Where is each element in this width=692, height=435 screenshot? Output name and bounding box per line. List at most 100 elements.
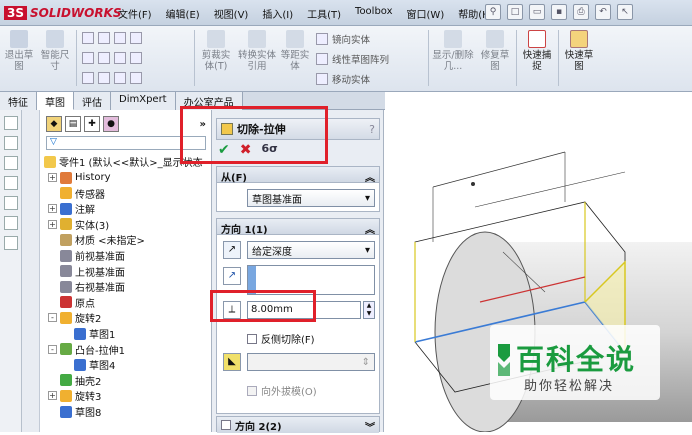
depth-spinner[interactable]: ▲ ▼ — [363, 301, 375, 319]
menu-insert[interactable]: 插入(I) — [262, 6, 293, 21]
tree-item[interactable]: 上视基准面 — [48, 264, 125, 279]
show-delete-relations-button[interactable]: 显示/删除几... — [432, 30, 474, 72]
offset-entities-button[interactable]: 等距实体 — [278, 30, 312, 72]
tree-item[interactable]: 右视基准面 — [48, 279, 125, 294]
expand-toggle-icon[interactable]: + — [48, 173, 57, 182]
appearances-icon[interactable] — [4, 196, 18, 210]
tree-item-label: 传感器 — [75, 189, 105, 201]
mirror-icon — [316, 33, 328, 45]
exit-sketch-button[interactable]: 退出草图 — [2, 30, 36, 72]
show-delete-label: 显示/删除几... — [432, 50, 474, 72]
end-condition-select[interactable]: 给定深度 ▾ — [247, 241, 375, 259]
tree-item[interactable]: + 实体(3) — [48, 217, 109, 232]
tree-item[interactable]: - 旋转2 — [48, 310, 101, 325]
direction2-group-header[interactable]: 方向 2(2) ︾ — [217, 417, 379, 434]
tree-item[interactable]: 草图4 — [62, 357, 115, 372]
tree-root[interactable]: 零件1 (默认<<默认>_显示状态 — [44, 154, 203, 169]
save-icon[interactable]: ▪ — [551, 4, 567, 20]
new-file-icon[interactable]: □ — [507, 4, 523, 20]
feature-manager-icon[interactable]: ◆ — [46, 116, 62, 132]
quick-access-toolbar: ⚲ □ ▭ ▪ ⎙ ↶ ↖ — [485, 4, 633, 20]
draft-outward-checkbox[interactable]: 向外拔模(O) — [247, 383, 317, 398]
tree-item[interactable]: 材质 <未指定> — [48, 232, 145, 247]
select-icon[interactable]: ↖ — [617, 4, 633, 20]
repair-sketch-button[interactable]: 修复草图 — [478, 30, 512, 72]
spinner-icon: ⇕ — [361, 356, 370, 368]
configuration-manager-icon[interactable]: ✚ — [84, 116, 100, 132]
print-icon[interactable]: ⎙ — [573, 4, 589, 20]
trim-entities-button[interactable]: 剪裁实体(T) — [198, 30, 234, 72]
tab-dimxpert[interactable]: DimXpert — [111, 92, 176, 110]
tree-item[interactable]: 前视基准面 — [48, 248, 125, 263]
rapid-sketch-button[interactable]: 快速草图 — [562, 30, 596, 72]
tree-item[interactable]: + 旋转3 — [48, 388, 101, 403]
forum-icon[interactable] — [4, 236, 18, 250]
file-explorer-icon[interactable] — [4, 156, 18, 170]
offset-label: 等距实体 — [280, 50, 310, 72]
from-select[interactable]: 草图基准面 ▾ — [247, 189, 375, 207]
feature-icon — [60, 280, 72, 293]
tab-sketch[interactable]: 草图 — [37, 92, 74, 110]
linear-pattern-button[interactable]: 线性草图阵列 — [316, 52, 389, 66]
tree-item[interactable]: 传感器 — [48, 186, 105, 201]
menu-window[interactable]: 窗口(W) — [407, 6, 445, 21]
feature-icon — [60, 374, 72, 387]
expand-toggle-icon[interactable]: - — [48, 344, 57, 354]
mirror-label: 镜向实体 — [332, 35, 371, 46]
design-library-icon[interactable] — [4, 136, 18, 150]
menu-edit[interactable]: 编辑(E) — [166, 6, 200, 21]
help-icon[interactable]: ? — [369, 123, 375, 136]
display-manager-icon[interactable]: ● — [103, 116, 119, 132]
convert-entities-button[interactable]: 转换实体引用 — [238, 30, 276, 72]
menu-view[interactable]: 视图(V) — [214, 6, 249, 21]
home-icon[interactable] — [4, 116, 18, 130]
quick-snaps-button[interactable]: 快速捕捉 — [520, 30, 554, 72]
expand-toggle-icon[interactable]: - — [48, 313, 57, 323]
open-file-icon[interactable]: ▭ — [529, 4, 545, 20]
expand-toggle-icon[interactable]: + — [48, 204, 57, 214]
collapse-chevron-icon: ︽ — [365, 173, 375, 184]
mirror-entities-button[interactable]: 镜向实体 — [316, 32, 370, 46]
from-group-header[interactable]: 从(F) ︽ — [217, 167, 379, 184]
expand-toggle-icon[interactable]: + — [48, 219, 57, 229]
expand-toggle-icon[interactable]: + — [48, 391, 57, 401]
move-entities-button[interactable]: 移动实体 — [316, 72, 370, 86]
menu-file[interactable]: 文件(F) — [118, 6, 152, 21]
tree-item[interactable]: 草图8 — [48, 404, 101, 419]
quick-snap-label: 快速捕捉 — [522, 50, 552, 72]
feature-icon — [60, 233, 72, 246]
tab-evaluate[interactable]: 评估 — [74, 92, 111, 110]
tree-item[interactable]: - 凸台-拉伸1 — [48, 342, 125, 357]
reverse-direction-icon[interactable]: ↗ — [223, 241, 241, 259]
direction2-checkbox[interactable] — [221, 420, 231, 430]
tree-item[interactable]: 抽壳2 — [48, 373, 101, 388]
tree-item[interactable]: 草图1 — [62, 326, 115, 341]
smart-dimension-button[interactable]: 智能尺寸 — [38, 30, 72, 72]
draft-angle-input[interactable]: ⇕ — [247, 353, 375, 371]
menu-toolbox[interactable]: Toolbox — [355, 6, 393, 21]
menu-tools[interactable]: 工具(T) — [307, 6, 341, 21]
checkbox-box — [247, 333, 257, 344]
slot-tools-row[interactable] — [82, 72, 142, 84]
tree-item[interactable]: 原点 — [48, 295, 95, 310]
direction1-group-header[interactable]: 方向 1(1) ︽ — [217, 219, 379, 236]
menu-bar: 文件(F) 编辑(E) 视图(V) 插入(I) 工具(T) Toolbox 窗口… — [118, 6, 494, 21]
line-tools-row[interactable] — [82, 32, 142, 44]
view-palette-icon[interactable] — [4, 176, 18, 190]
undo-icon[interactable]: ↶ — [595, 4, 611, 20]
pin-icon[interactable]: ⚲ — [485, 4, 501, 20]
tree-item[interactable]: + 注解 — [48, 201, 95, 216]
tab-features[interactable]: 特征 — [0, 92, 37, 110]
feature-icon — [60, 187, 72, 200]
custom-properties-icon[interactable] — [4, 216, 18, 230]
flip-side-to-cut-checkbox[interactable]: 反侧切除(F) — [247, 331, 315, 346]
draft-icon[interactable]: ◣ — [223, 353, 241, 371]
rect-tools-row[interactable] — [82, 52, 142, 64]
tree-item[interactable]: + History — [48, 170, 111, 185]
property-manager-icon[interactable]: ▤ — [65, 116, 81, 132]
title-bar: 3S SOLIDWORKS 文件(F) 编辑(E) 视图(V) 插入(I) 工具(… — [0, 0, 692, 26]
dimension-line — [474, 171, 626, 208]
